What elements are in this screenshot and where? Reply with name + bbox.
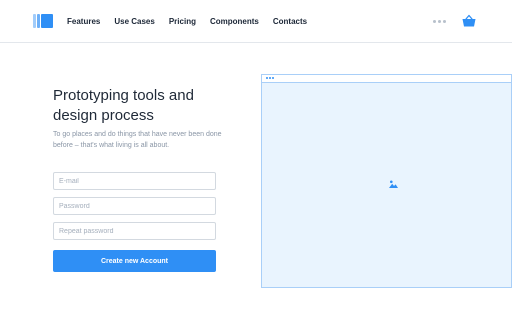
preview-window (261, 74, 512, 288)
nav-link-contacts[interactable]: Contacts (273, 16, 307, 27)
preview-body (262, 83, 511, 287)
nav-link-use-cases[interactable]: Use Cases (114, 16, 154, 27)
hero-title: Prototyping tools and design process (53, 87, 194, 124)
image-placeholder-icon (389, 180, 398, 188)
hero-description: To go places and do things that have nev… (53, 131, 222, 149)
nav-links: Features Use Cases Pricing Components Co… (67, 16, 307, 27)
create-account-button[interactable]: Create new Account (53, 250, 216, 272)
nav-link-features[interactable]: Features (67, 16, 100, 27)
window-dots-icon (266, 77, 274, 79)
basket-icon[interactable] (461, 13, 477, 29)
logo-icon[interactable] (33, 14, 53, 28)
more-horizontal-icon[interactable] (433, 18, 446, 24)
nav-link-components[interactable]: Components (210, 16, 259, 27)
email-field[interactable] (53, 172, 216, 190)
nav-link-pricing[interactable]: Pricing (169, 16, 196, 27)
navbar: Features Use Cases Pricing Components Co… (0, 0, 512, 43)
repeat-password-field[interactable] (53, 222, 216, 240)
password-field[interactable] (53, 197, 216, 215)
preview-titlebar (262, 75, 511, 83)
